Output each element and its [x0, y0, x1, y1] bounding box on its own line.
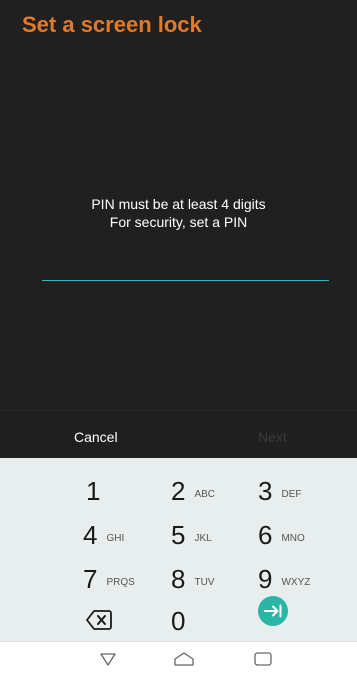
system-navigation-bar	[0, 641, 357, 678]
key-letters: TUV	[194, 577, 215, 588]
key-4[interactable]: 4 GHI	[83, 522, 124, 548]
cancel-button[interactable]: Cancel	[74, 429, 118, 445]
key-letters: MNO	[281, 533, 305, 544]
key-letters: PRQS	[106, 577, 135, 588]
key-5[interactable]: 5 JKL	[171, 522, 212, 548]
key-digit: 3	[258, 476, 273, 506]
key-digit: 2	[171, 476, 186, 506]
next-button[interactable]: Next	[258, 429, 287, 445]
numeric-keypad: 1 2 ABC 3 DEF 4 GHI 5 JKL 6 MNO 7 PRQS 8 TUV 9W…	[0, 458, 357, 641]
key-digit: 0	[171, 606, 186, 636]
key-letters: ABC	[194, 489, 216, 500]
key-digit: 1	[86, 476, 101, 506]
key-letters: DEF	[281, 489, 302, 500]
screen: Set a screen lock PIN must be at least 4…	[0, 0, 357, 678]
key-9[interactable]: 9 WXYZ	[258, 566, 310, 592]
home-icon[interactable]	[174, 652, 194, 671]
key-letters: JKL	[194, 533, 212, 544]
key-digit: 5	[171, 520, 186, 550]
pin-input-field[interactable]	[42, 280, 329, 281]
security-hint-text: For security, set a PIN	[109, 214, 248, 230]
key-digit: 9	[258, 564, 273, 594]
recents-icon[interactable]	[254, 652, 272, 671]
action-bar: Cancel Next	[0, 410, 357, 459]
backspace-icon[interactable]	[86, 609, 112, 631]
key-digit: 8	[171, 564, 186, 594]
key-7[interactable]: 7 PRQS	[83, 566, 135, 592]
key-digit: 4	[83, 520, 98, 550]
page-title: Set a screen lock	[22, 12, 202, 37]
key-2[interactable]: 2 ABC	[171, 478, 215, 504]
key-0[interactable]: 0	[171, 608, 185, 634]
enter-next-icon[interactable]	[258, 596, 288, 626]
key-digit: 7	[83, 564, 98, 594]
key-8[interactable]: 8 TUV	[171, 566, 214, 592]
key-1[interactable]: 1	[86, 478, 109, 504]
key-6[interactable]: 6 MNO	[258, 522, 305, 548]
pin-requirement-text: PIN must be at least 4 digits	[91, 196, 266, 212]
key-letters: GHI	[106, 533, 125, 544]
back-icon[interactable]	[99, 652, 117, 671]
key-digit: 6	[258, 520, 273, 550]
key-letters: WXYZ	[281, 577, 311, 588]
key-3[interactable]: 3 DEF	[258, 478, 301, 504]
